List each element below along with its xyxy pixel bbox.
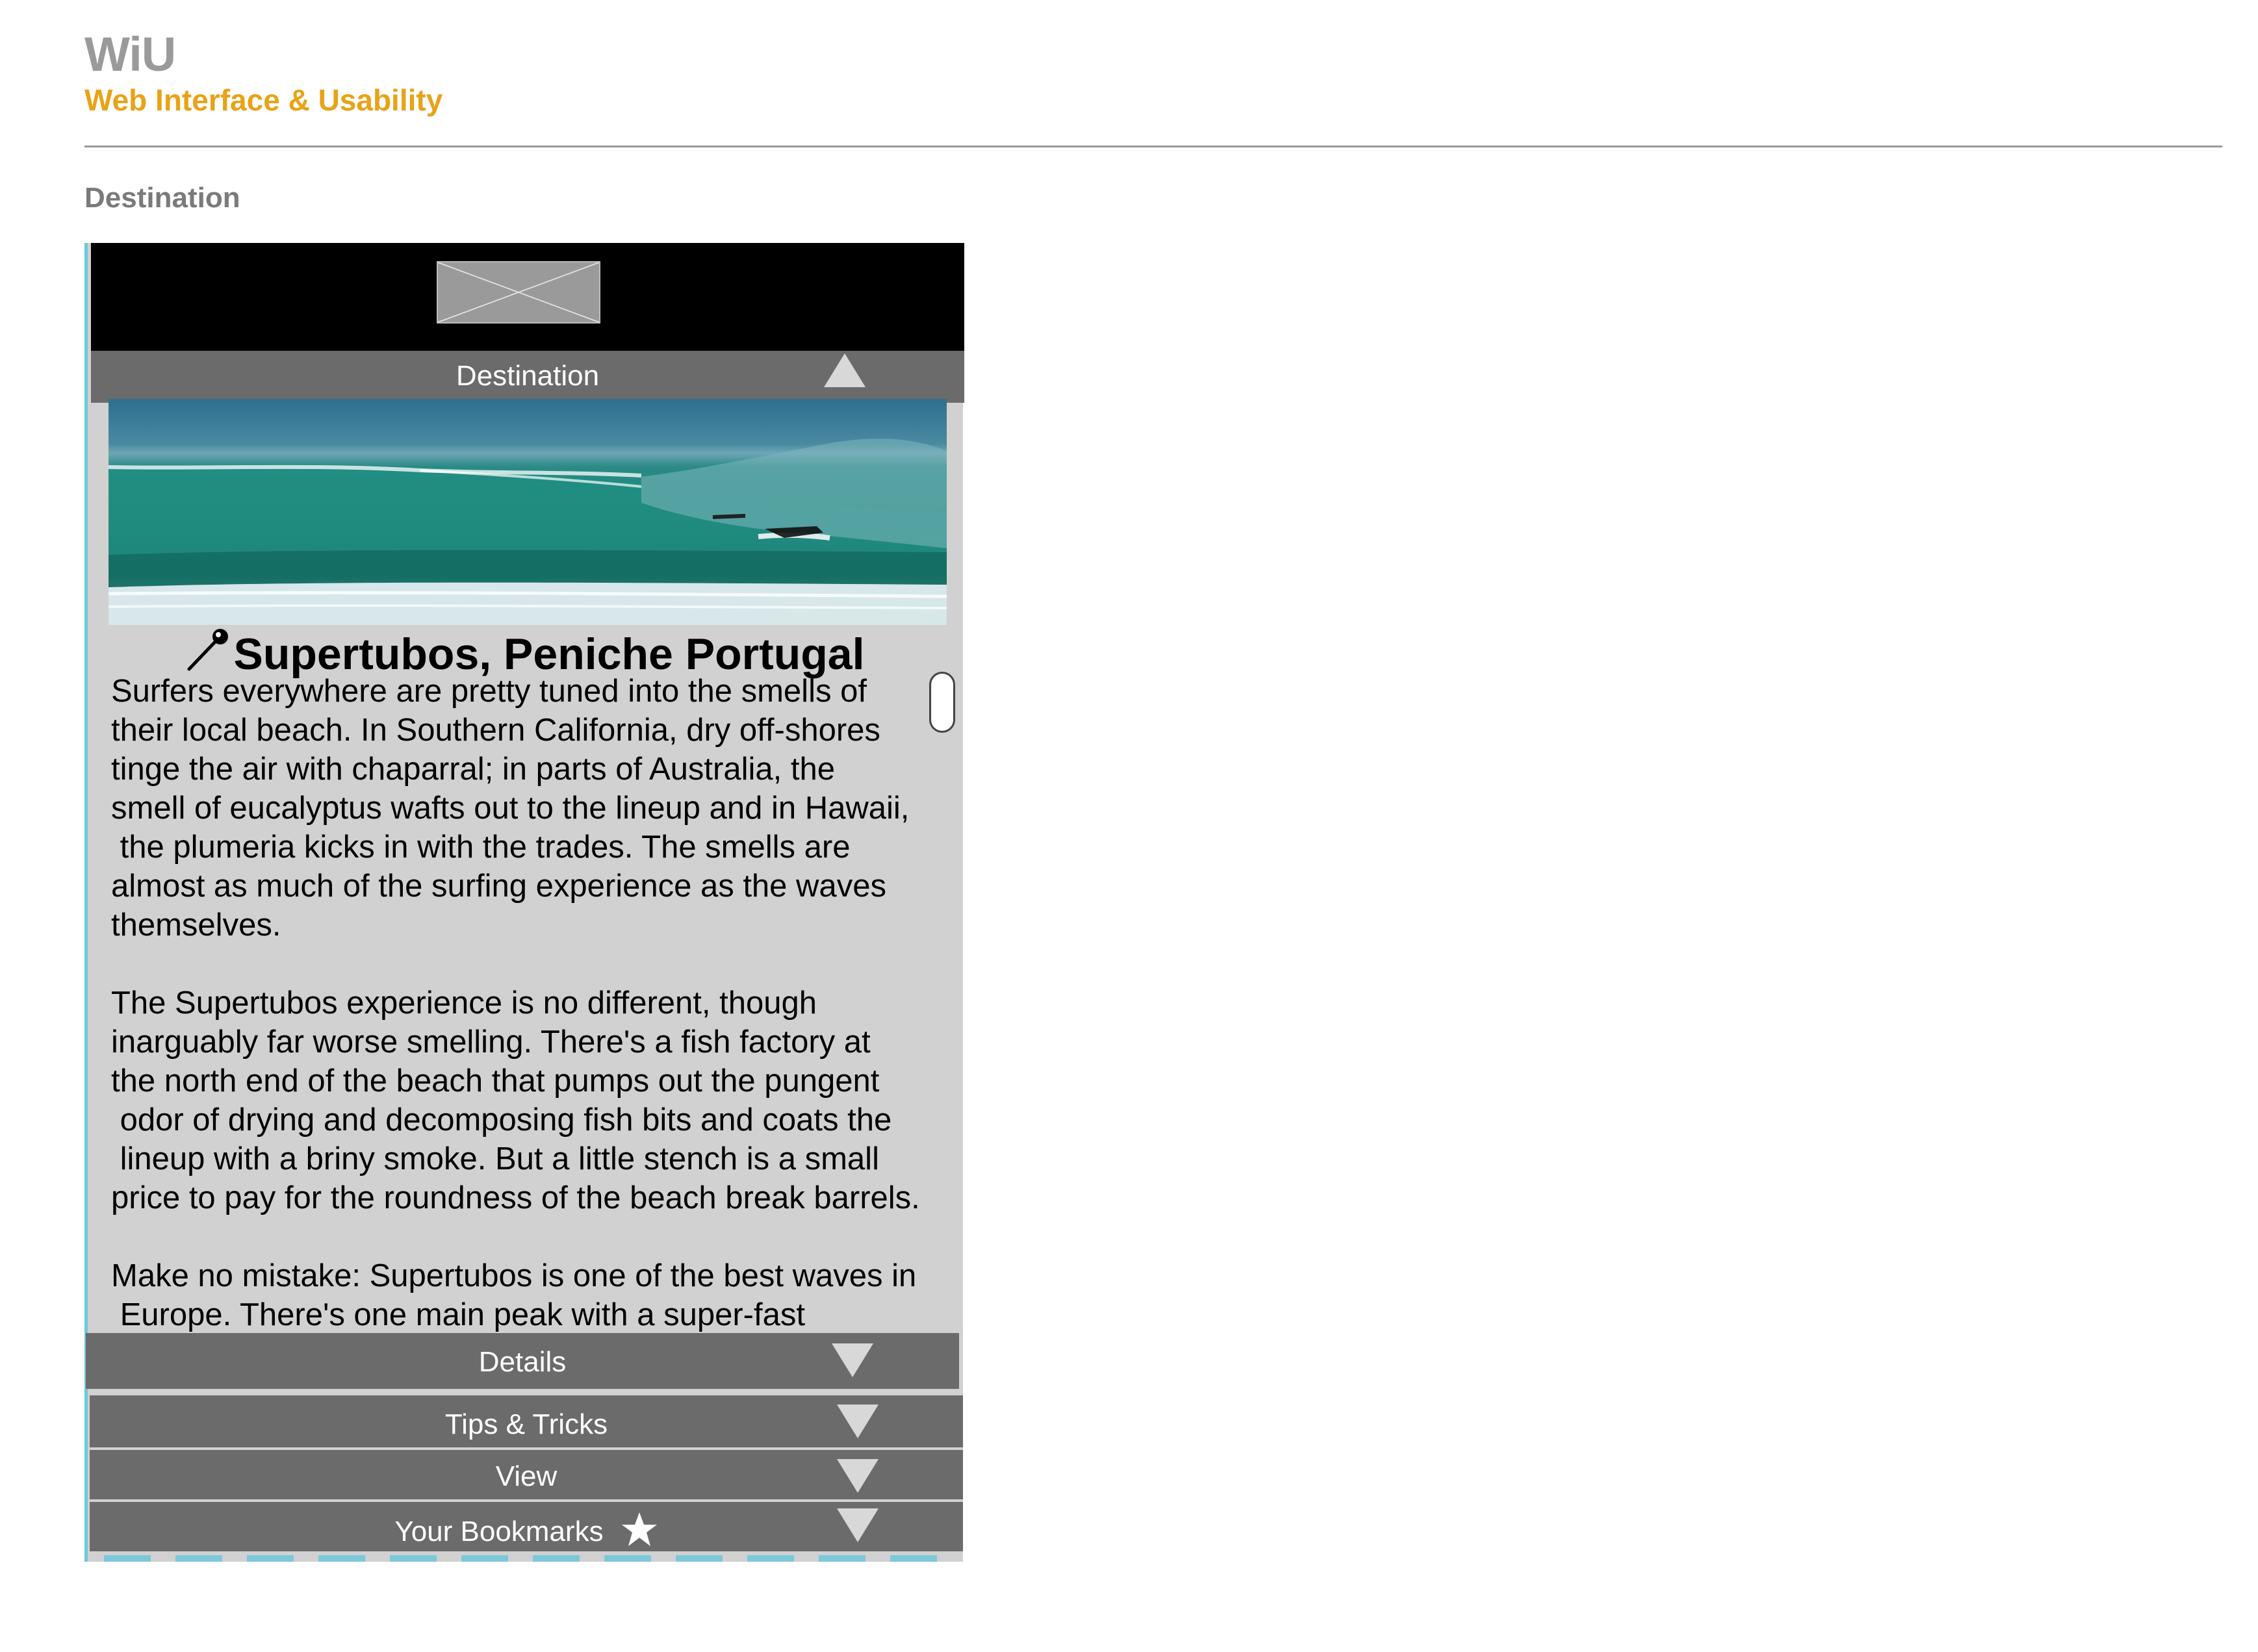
accordion-bookmarks[interactable]: Your Bookmarks (90, 1502, 963, 1551)
destination-content[interactable]: Supertubos, Peniche Portugal Surfers eve… (109, 624, 947, 1332)
app-top-bar (91, 243, 964, 351)
triangle-down-icon[interactable] (832, 1343, 873, 1377)
device-bottom-edge (104, 1555, 949, 1562)
map-pin-icon (187, 629, 229, 671)
triangle-down-icon[interactable] (837, 1459, 879, 1493)
page-heading: Destination (84, 182, 240, 214)
article-text: Surfers everywhere are pretty tuned into… (111, 674, 920, 1332)
surf-wave-photo (109, 399, 947, 625)
triangle-down-icon[interactable] (837, 1404, 879, 1438)
star-icon (621, 1512, 657, 1546)
accordion-view[interactable]: View (90, 1450, 963, 1499)
accordion-bookmarks-label: Your Bookmarks (90, 1511, 963, 1549)
accordion-tips-label: Tips & Tricks (444, 1408, 608, 1440)
brand-title: WiU (84, 27, 176, 81)
triangle-down-icon[interactable] (837, 1508, 879, 1542)
accordion-details[interactable]: Details (86, 1333, 959, 1389)
image-placeholder-icon (437, 261, 600, 324)
accordion-bookmarks-text: Your Bookmarks (394, 1516, 604, 1547)
scrollbar-thumb[interactable] (929, 672, 955, 733)
header-divider (84, 146, 2222, 147)
accordion-details-label: Details (478, 1346, 567, 1378)
accordion-tips-tricks[interactable]: Tips & Tricks (90, 1395, 963, 1447)
triangle-up-icon[interactable] (824, 353, 866, 387)
accordion-view-label: View (495, 1460, 558, 1492)
accordion-destination[interactable]: Destination (91, 351, 964, 403)
brand-subtitle: Web Interface & Usability (84, 83, 443, 117)
